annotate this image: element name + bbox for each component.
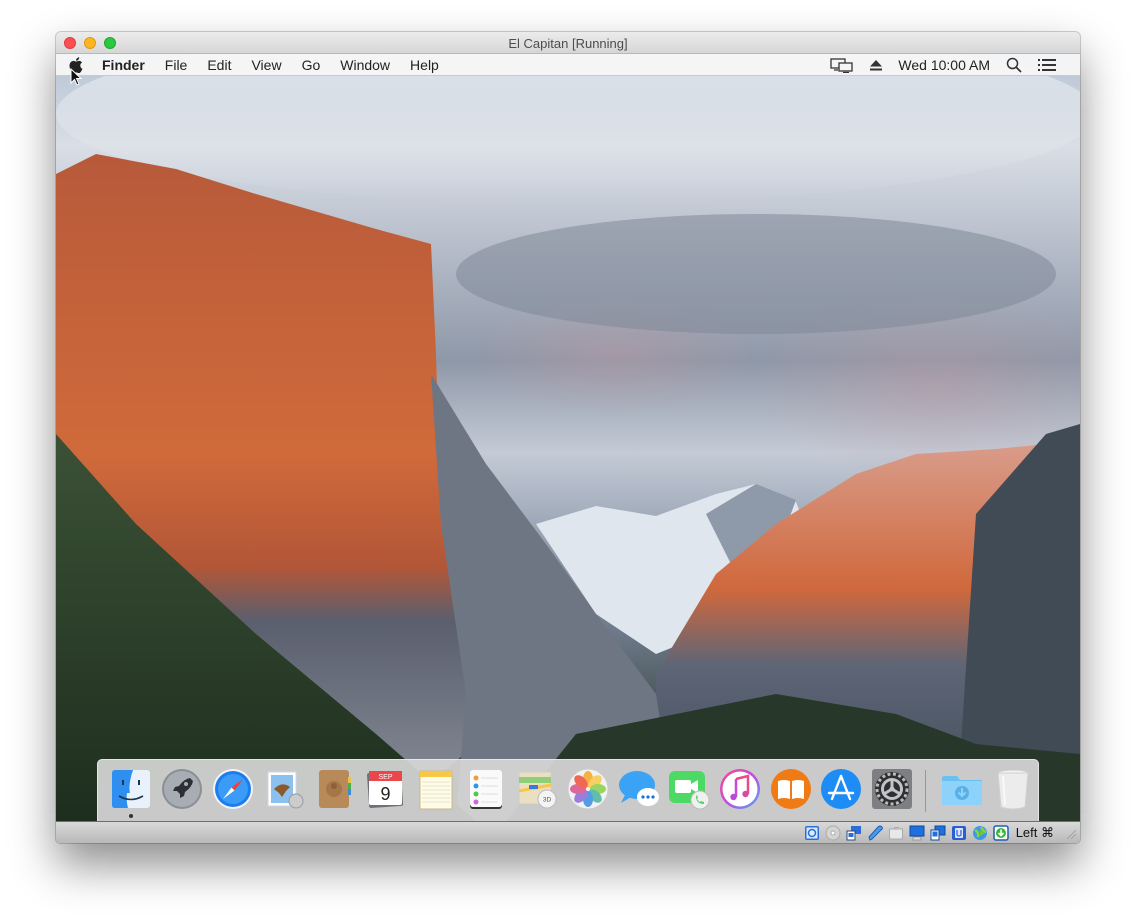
- dock-item-calendar[interactable]: SEP 9: [360, 760, 411, 818]
- usb-icon[interactable]: [867, 825, 883, 841]
- facetime-icon: [669, 771, 710, 810]
- dock-item-photos[interactable]: [562, 760, 613, 818]
- menu-edit[interactable]: Edit: [197, 54, 241, 76]
- menu-help[interactable]: Help: [400, 54, 449, 76]
- airplay-display-menu[interactable]: [822, 54, 862, 76]
- dock-item-safari[interactable]: [207, 760, 258, 818]
- dock-item-trash[interactable]: [987, 760, 1038, 818]
- finder-icon: [112, 770, 151, 808]
- dock-separator: [924, 770, 926, 812]
- dock-item-app-store[interactable]: [816, 760, 867, 818]
- menu-clock[interactable]: Wed 10:00 AM: [890, 54, 998, 76]
- dock-item-launchpad[interactable]: [157, 760, 208, 818]
- notification-center-button[interactable]: [1030, 54, 1064, 76]
- dock-item-itunes[interactable]: [715, 760, 766, 818]
- menu-go[interactable]: Go: [292, 54, 331, 76]
- photos-icon: [567, 768, 609, 810]
- menu-app-finder[interactable]: Finder: [92, 54, 155, 76]
- calendar-month: SEP: [378, 774, 392, 781]
- resize-grip-icon[interactable]: [1065, 828, 1077, 840]
- audio-icon[interactable]: [846, 825, 862, 841]
- notes-icon: [419, 770, 453, 810]
- calendar-icon: SEP 9: [366, 770, 404, 809]
- window-title: El Capitan [Running]: [508, 36, 628, 51]
- dock: SEP 9 3D: [97, 759, 1039, 821]
- spotlight-button[interactable]: [998, 54, 1030, 76]
- vm-status-bar: Left ⌘: [56, 821, 1080, 843]
- reminders-icon: [470, 770, 503, 809]
- dock-item-messages[interactable]: [613, 760, 664, 818]
- system-preferences-icon: [872, 769, 913, 809]
- launchpad-icon: [162, 769, 203, 809]
- host-key-label: Left ⌘: [1015, 825, 1054, 840]
- search-icon: [1006, 57, 1022, 73]
- optical-drive-icon[interactable]: [825, 825, 841, 841]
- menu-bar: Finder File Edit View Go Window Help Wed…: [56, 54, 1080, 76]
- itunes-icon: [719, 769, 760, 809]
- dock-item-maps[interactable]: 3D: [512, 760, 563, 818]
- dock-item-downloads[interactable]: [937, 760, 988, 818]
- display-icon[interactable]: [909, 825, 925, 841]
- menu-view[interactable]: View: [241, 54, 291, 76]
- contacts-icon: [319, 770, 352, 808]
- hard-disk-icon[interactable]: [804, 825, 820, 841]
- messages-icon: [618, 771, 659, 806]
- airplay-display-icon: [830, 57, 854, 73]
- mouse-cursor-icon: [70, 68, 82, 86]
- dock-item-system-preferences[interactable]: [867, 760, 918, 818]
- cpu-icon[interactable]: [951, 825, 967, 841]
- downloads-folder-icon: [941, 776, 982, 805]
- shared-folders-icon[interactable]: [888, 825, 904, 841]
- vm-screen[interactable]: Finder File Edit View Go Window Help Wed…: [56, 54, 1080, 821]
- window-titlebar[interactable]: El Capitan [Running]: [56, 32, 1080, 54]
- dock-item-facetime[interactable]: [664, 760, 715, 818]
- dock-item-reminders[interactable]: [461, 760, 512, 818]
- mail-icon: [267, 771, 304, 809]
- maps-icon: 3D: [518, 771, 557, 809]
- running-indicator: [129, 814, 134, 818]
- dock-item-contacts[interactable]: [309, 760, 360, 818]
- app-store-icon: [821, 769, 862, 809]
- dock-item-mail[interactable]: [258, 760, 309, 818]
- ibooks-icon: [770, 769, 811, 809]
- eject-menu[interactable]: [862, 54, 890, 76]
- dock-item-ibooks[interactable]: [765, 760, 816, 818]
- dock-item-finder[interactable]: [106, 760, 157, 818]
- mouse-integration-icon[interactable]: [992, 825, 1009, 841]
- trash-icon: [997, 769, 1029, 810]
- eject-icon: [870, 59, 883, 70]
- safari-icon: [212, 769, 253, 809]
- maps-3d-badge: 3D: [543, 797, 552, 804]
- dock-item-notes[interactable]: [410, 760, 461, 818]
- menu-window[interactable]: Window: [330, 54, 400, 76]
- video-capture-icon[interactable]: [930, 825, 946, 841]
- network-icon[interactable]: [972, 825, 988, 841]
- calendar-day: 9: [380, 784, 390, 804]
- notification-center-icon: [1038, 59, 1056, 71]
- virtualbox-window: El Capitan [Running] Finder File Edit Vi…: [56, 32, 1080, 843]
- wallpaper-scene: [56, 54, 1080, 821]
- menu-file[interactable]: File: [155, 54, 198, 76]
